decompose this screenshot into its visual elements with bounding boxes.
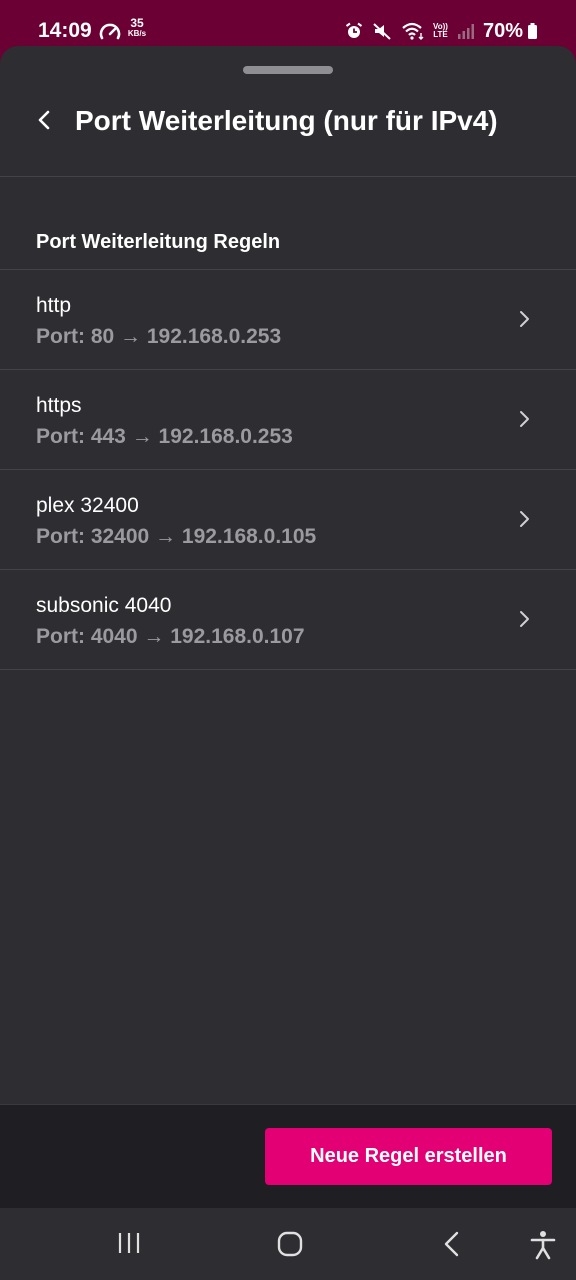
action-bar: Neue Regel erstellen xyxy=(0,1104,576,1208)
list-item-rule-plex[interactable]: plex 32400 Port: 32400 → 192.168.0.105 xyxy=(0,470,576,570)
chevron-right-icon xyxy=(520,611,529,627)
bottom-sheet: Port Weiterleitung (nur für IPv4) Port W… xyxy=(0,46,576,1208)
network-speed-value: 35 xyxy=(130,16,144,30)
chevron-right-icon xyxy=(520,411,529,427)
volte-bottom: LTE xyxy=(433,30,448,39)
create-rule-button[interactable]: Neue Regel erstellen xyxy=(265,1128,552,1185)
back-arrow-icon[interactable] xyxy=(34,109,56,131)
rule-detail: Port: 80 → 192.168.0.253 xyxy=(36,325,282,348)
rule-detail: Port: 4040 → 192.168.0.107 xyxy=(36,625,305,648)
battery-icon xyxy=(528,23,537,39)
signal-icon xyxy=(457,24,474,39)
system-navigation-bar xyxy=(0,1208,576,1280)
recent-apps-icon[interactable] xyxy=(116,1230,142,1256)
rule-name: subsonic 4040 xyxy=(36,594,172,617)
rule-detail: Port: 443 → 192.168.0.253 xyxy=(36,425,293,448)
nav-back-icon[interactable] xyxy=(440,1230,464,1258)
alarm-icon xyxy=(345,22,363,38)
network-speed: 35 KB/s xyxy=(126,16,148,39)
volte-indicator: Vo)) LTE xyxy=(433,23,448,39)
wifi-icon xyxy=(402,22,424,40)
network-speed-unit: KB/s xyxy=(127,29,147,38)
page-title: Port Weiterleitung (nur für IPv4) xyxy=(75,105,498,136)
rule-name: https xyxy=(36,394,82,417)
rule-name: plex 32400 xyxy=(36,494,139,517)
list-item-rule-https[interactable]: https Port: 443 → 192.168.0.253 xyxy=(0,370,576,470)
rule-detail: Port: 32400 → 192.168.0.105 xyxy=(36,525,317,548)
rule-list: http Port: 80 → 192.168.0.253 https Port… xyxy=(0,269,576,670)
chevron-right-icon xyxy=(520,311,529,327)
chevron-right-icon xyxy=(520,511,529,527)
status-time: 14:09 xyxy=(38,19,92,42)
accessibility-icon[interactable] xyxy=(529,1230,557,1260)
mute-icon xyxy=(373,23,391,40)
home-icon[interactable] xyxy=(276,1230,304,1258)
speedometer-icon xyxy=(99,23,121,40)
list-item-rule-subsonic[interactable]: subsonic 4040 Port: 4040 → 192.168.0.107 xyxy=(0,570,576,670)
section-title: Port Weiterleitung Regeln xyxy=(36,231,281,253)
battery-percent: 70% xyxy=(482,19,523,42)
sheet-header: Port Weiterleitung (nur für IPv4) xyxy=(0,76,576,177)
status-icons: Vo)) LTE 70% xyxy=(336,18,538,44)
rule-name: http xyxy=(36,294,72,317)
drag-handle[interactable] xyxy=(243,66,333,74)
list-item-rule-http[interactable]: http Port: 80 → 192.168.0.253 xyxy=(0,270,576,370)
